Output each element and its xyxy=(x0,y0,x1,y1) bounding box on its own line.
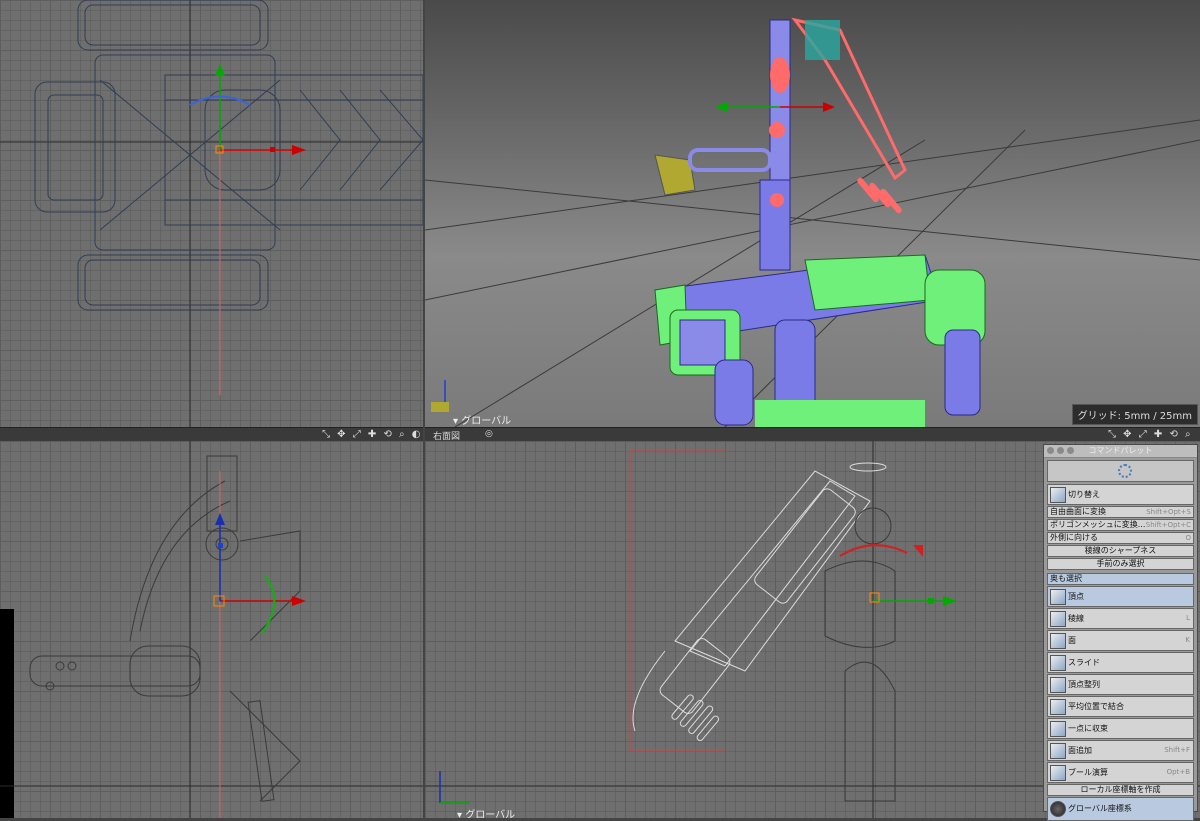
slide-icon xyxy=(1050,655,1066,671)
edge-icon xyxy=(1050,611,1066,627)
top-view-wireframe xyxy=(0,0,423,427)
tool-merge-average[interactable]: 平均位置で結合 xyxy=(1047,696,1194,717)
switch-button[interactable]: 切り替え xyxy=(1047,484,1194,505)
tool-edge[interactable]: 稜線 L xyxy=(1047,608,1194,629)
row-shortcut: O xyxy=(1185,534,1191,542)
front-view-viewport[interactable] xyxy=(0,441,423,818)
perspective-viewport[interactable]: ▾ グローバル グリッド: 5mm / 25mm xyxy=(425,0,1200,427)
front-view-wireframe xyxy=(0,441,423,818)
tool-label: 面追加 xyxy=(1068,746,1092,755)
tool-collapse-point[interactable]: 一点に収束 xyxy=(1047,718,1194,739)
tool-vertex[interactable]: 頂点 xyxy=(1047,586,1194,607)
tool-shortcut: K xyxy=(1185,636,1190,644)
tool-shortcut: Opt+B xyxy=(1166,768,1190,776)
axis-mode-text: グローバル xyxy=(465,810,516,818)
add-face-icon xyxy=(1050,743,1066,759)
front-only-select-row[interactable]: 手前のみ選択 xyxy=(1047,558,1194,570)
tool-slide[interactable]: スライド xyxy=(1047,652,1194,673)
edge-sharpness-row[interactable]: 稜線のシャープネス xyxy=(1047,545,1194,557)
convert-polygon-row[interactable]: ポリゴンメッシュに変換... Shift+Opt+C xyxy=(1047,519,1194,531)
view-options-icon[interactable]: ◎ xyxy=(485,429,493,439)
row-label: ポリゴンメッシュに変換... xyxy=(1050,520,1146,529)
axis-mode-text: グローバル xyxy=(461,416,512,427)
collapse-point-icon xyxy=(1050,721,1066,737)
right-view-axis-label: ▾ グローバル xyxy=(457,806,515,818)
tool-label: スライド xyxy=(1068,658,1100,667)
back-select-toggle[interactable]: 奥も選択 xyxy=(1047,573,1194,585)
gear-icon xyxy=(1118,464,1132,478)
global-coords-button[interactable]: グローバル座標系 xyxy=(1047,797,1194,821)
perspective-scene xyxy=(425,17,1200,427)
row-shortcut: Shift+Opt+S xyxy=(1146,508,1191,516)
palette-title: コマンドパレット xyxy=(1088,446,1153,455)
command-palette: コマンドパレット 切り替え 自由曲面に変換 Shift+Opt+S ポリゴンメッシ… xyxy=(1043,444,1198,821)
switch-label: 切り替え xyxy=(1068,490,1100,499)
merge-average-icon xyxy=(1050,699,1066,715)
align-vertices-icon xyxy=(1050,677,1066,693)
tool-label: 頂点整列 xyxy=(1068,680,1100,689)
create-local-axis-row[interactable]: ローカル座標軸を作成 xyxy=(1047,784,1194,796)
tool-add-face[interactable]: 面追加 Shift+F xyxy=(1047,740,1194,761)
global-coords-label: グローバル座標系 xyxy=(1068,804,1132,813)
perspective-axis-label: ▾ グローバル xyxy=(453,416,512,427)
tool-face[interactable]: 面K xyxy=(1047,630,1194,651)
palette-titlebar[interactable]: コマンドパレット xyxy=(1044,445,1197,458)
tool-shortcut: L xyxy=(1186,614,1190,622)
tool-label: 一点に収束 xyxy=(1068,724,1108,733)
face-outward-row[interactable]: 外側に向ける O xyxy=(1047,532,1194,544)
tool-shortcut: Shift+F xyxy=(1164,746,1190,754)
tool-label: 頂点 xyxy=(1068,592,1084,601)
front-view-tools[interactable]: ⤡ ✥ ⤢ ✚ ⟲ ⌕ ◐ xyxy=(322,429,423,440)
row-label: 外側に向ける xyxy=(1050,533,1098,542)
switch-icon xyxy=(1050,487,1066,503)
top-view-viewport[interactable] xyxy=(0,0,423,427)
convert-freeform-row[interactable]: 自由曲面に変換 Shift+Opt+S xyxy=(1047,506,1194,518)
globe-icon xyxy=(1050,801,1066,817)
tool-label: ブール演算 xyxy=(1068,768,1108,777)
tool-boolean[interactable]: ブール演算 Opt+B xyxy=(1047,762,1194,783)
face-icon xyxy=(1050,633,1066,649)
boolean-icon xyxy=(1050,765,1066,781)
tool-label: 平均位置で結合 xyxy=(1068,702,1124,711)
grid-size-label: グリッド: 5mm / 25mm xyxy=(1071,404,1198,425)
settings-button[interactable] xyxy=(1047,460,1194,482)
tool-align-vertices[interactable]: 頂点整列 xyxy=(1047,674,1194,695)
row-shortcut: Shift+Opt+C xyxy=(1145,521,1191,529)
vertex-icon xyxy=(1050,589,1066,605)
row-label: 自由曲面に変換 xyxy=(1050,507,1106,516)
tool-label: 面 xyxy=(1068,636,1076,645)
tool-label: 稜線 xyxy=(1068,614,1084,623)
